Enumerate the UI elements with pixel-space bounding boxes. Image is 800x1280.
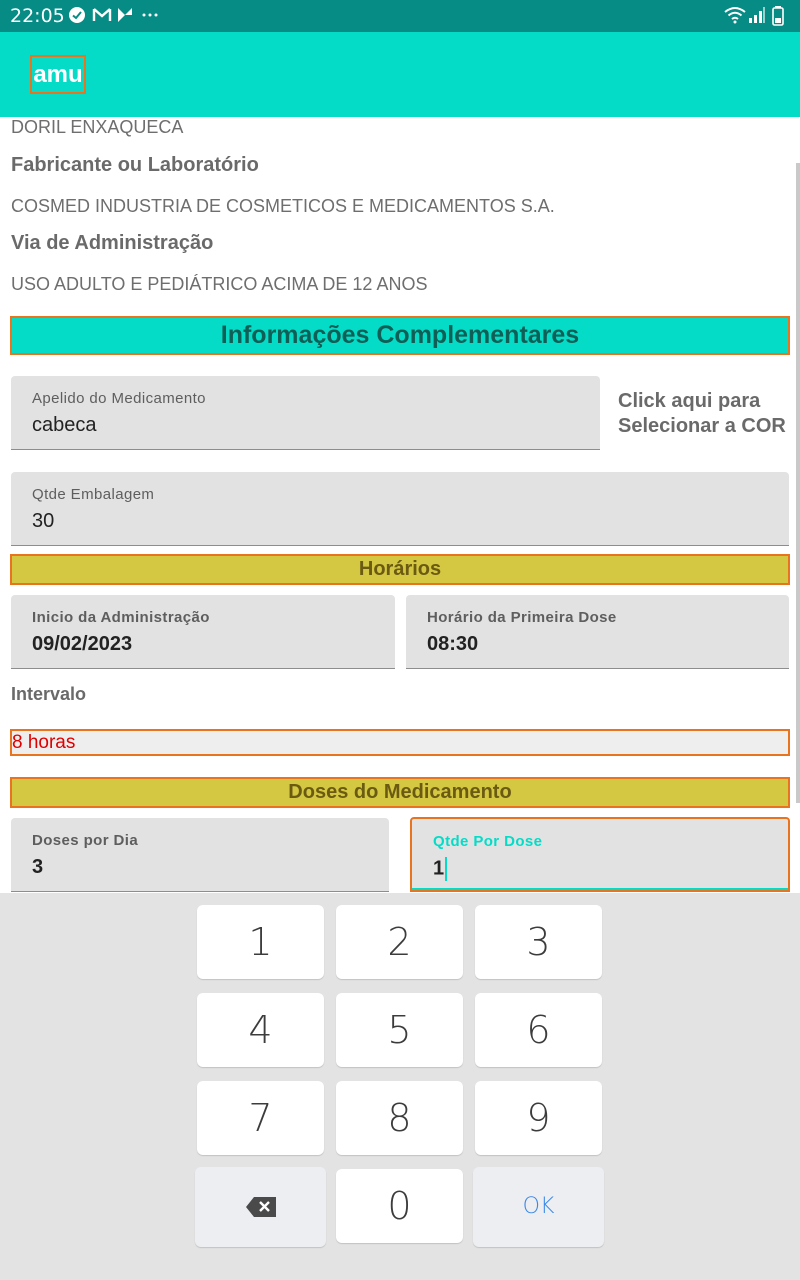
qty-per-dose-field[interactable]: Qtde Por Dose 1	[410, 817, 790, 892]
key-3[interactable]: 3	[475, 905, 602, 979]
wifi-icon	[724, 6, 746, 24]
interval-label: Intervalo	[11, 684, 87, 704]
schedule-header: Horários	[10, 554, 790, 585]
qty-per-dose-input[interactable]: 1	[433, 857, 448, 881]
start-date-value: 09/02/2023	[32, 633, 133, 655]
first-dose-time-value: 08:30	[427, 633, 479, 655]
key-1[interactable]: 1	[197, 905, 324, 979]
nickname-label: Apelido do Medicamento	[32, 390, 206, 407]
nickname-field[interactable]: Apelido do Medicamento cabeca	[11, 376, 600, 450]
status-time: 22:05	[10, 5, 65, 27]
check-circle-icon	[68, 6, 86, 24]
complementary-info-header: Informações Complementares	[10, 316, 790, 355]
more-icon	[140, 6, 158, 24]
package-qty-field[interactable]: Qtde Embalagem 30	[11, 472, 789, 546]
app-title: amu	[30, 55, 86, 94]
key-2[interactable]: 2	[336, 905, 463, 979]
focus-underline	[412, 888, 788, 890]
doses-per-day-field[interactable]: Doses por Dia 3	[11, 818, 389, 892]
interval-select[interactable]: 8 horas	[10, 729, 790, 756]
doses-per-day-label: Doses por Dia	[32, 832, 139, 849]
key-7[interactable]: 7	[197, 1081, 324, 1155]
start-date-field[interactable]: Inicio da Administração 09/02/2023	[11, 595, 395, 669]
doses-header: Doses do Medicamento	[10, 777, 790, 808]
key-4[interactable]: 4	[197, 993, 324, 1067]
medication-name: DORIL ENXAQUECA	[11, 117, 184, 137]
scrollbar[interactable]	[796, 163, 800, 803]
color-picker-button[interactable]: Click aqui para Selecionar a COR	[618, 389, 786, 439]
key-9[interactable]: 9	[475, 1081, 602, 1155]
signal-icon	[748, 6, 766, 24]
route-value: USO ADULTO E PEDIÁTRICO ACIMA DE 12 ANOS	[11, 274, 428, 294]
numeric-keyboard: 1 2 3 4 5 6 7 8 9 0 OK	[0, 893, 800, 1280]
backspace-icon	[245, 1196, 276, 1217]
manufacturer-value: COSMED INDUSTRIA DE COSMETICOS E MEDICAM…	[11, 196, 555, 216]
first-dose-time-field[interactable]: Horário da Primeira Dose 08:30	[406, 595, 789, 669]
package-qty-label: Qtde Embalagem	[32, 486, 155, 503]
color-picker-line2: Selecionar a COR	[618, 415, 786, 437]
app-bar: amu	[0, 32, 800, 117]
package-qty-value: 30	[32, 510, 55, 532]
doses-per-day-value: 3	[32, 856, 44, 878]
key-6[interactable]: 6	[475, 993, 602, 1067]
status-bar: 22:05	[0, 0, 800, 32]
start-date-label: Inicio da Administração	[32, 609, 210, 626]
app-icon	[116, 6, 134, 24]
key-5[interactable]: 5	[336, 993, 463, 1067]
key-8[interactable]: 8	[336, 1081, 463, 1155]
gmail-icon	[92, 6, 112, 24]
color-picker-line1: Click aqui para	[618, 390, 761, 412]
backspace-key[interactable]	[195, 1167, 326, 1247]
nickname-value: cabeca	[32, 414, 97, 436]
system-icons	[724, 6, 790, 26]
medication-form[interactable]: DORIL ENXAQUECA Fabricante ou Laboratóri…	[0, 117, 800, 893]
ok-key[interactable]: OK	[473, 1167, 604, 1247]
qty-per-dose-label: Qtde Por Dose	[433, 833, 543, 850]
notification-icons	[68, 6, 158, 24]
manufacturer-label: Fabricante ou Laboratório	[11, 154, 259, 176]
route-label: Via de Administração	[11, 232, 214, 254]
first-dose-time-label: Horário da Primeira Dose	[427, 609, 617, 626]
battery-icon	[772, 6, 790, 26]
key-0[interactable]: 0	[336, 1169, 463, 1243]
text-cursor	[445, 857, 448, 881]
qty-per-dose-value: 1	[433, 857, 445, 880]
